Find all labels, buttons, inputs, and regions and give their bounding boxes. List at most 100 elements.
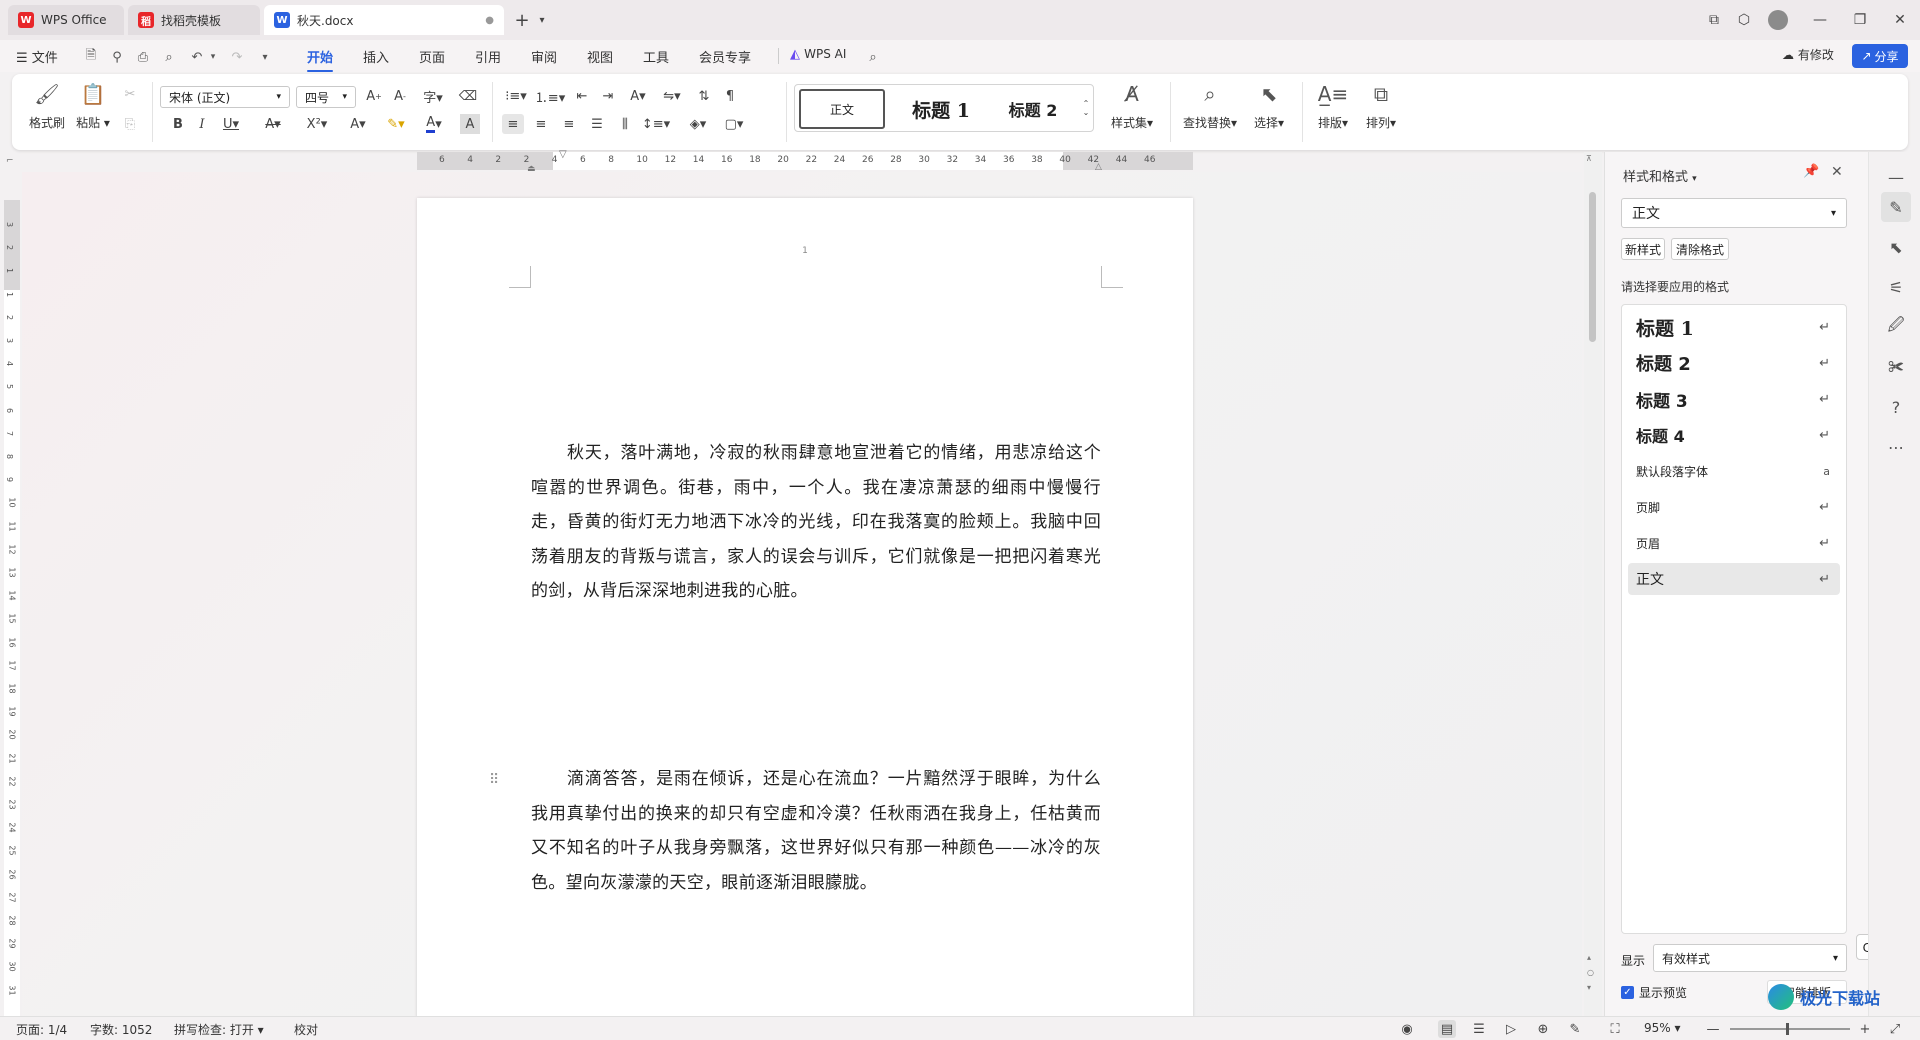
- strikethrough-icon[interactable]: A▾: [260, 114, 286, 134]
- file-menu[interactable]: ☰ 文件: [16, 47, 58, 66]
- style-set-button[interactable]: A̸ 样式集▾: [1102, 80, 1162, 131]
- copy-icon[interactable]: ⎘: [120, 114, 140, 134]
- justify-icon[interactable]: ☰: [586, 114, 608, 134]
- page-view-icon[interactable]: ▤: [1438, 1020, 1456, 1038]
- select-cursor-icon[interactable]: ⬉: [1881, 232, 1911, 262]
- tab-page[interactable]: 页面: [419, 47, 445, 66]
- play-icon[interactable]: ▷: [1502, 1020, 1520, 1038]
- web-view-icon[interactable]: ⊕: [1534, 1020, 1552, 1038]
- search-icon[interactable]: ⌕: [864, 48, 882, 66]
- properties-icon[interactable]: ⚟: [1881, 272, 1911, 302]
- zoom-slider[interactable]: [1730, 1023, 1850, 1035]
- style-item-heading-4[interactable]: 标题 4 ↵: [1628, 419, 1840, 451]
- char-shading-icon[interactable]: A: [460, 114, 480, 134]
- distributed-icon[interactable]: ⫼: [614, 114, 636, 134]
- paragraph-2[interactable]: 滴滴答答，是雨在倾诉，还是心在流血？一片黯然浮于眼眸，为什么我用真挚付出的换来的…: [531, 762, 1101, 900]
- clear-formatting-icon[interactable]: ⌫: [458, 86, 478, 106]
- page-nav-icons[interactable]: ▴ ○ ▾: [1587, 950, 1594, 995]
- eye-protection-icon[interactable]: ◉: [1398, 1020, 1416, 1038]
- underline-icon[interactable]: U▾: [218, 114, 244, 134]
- text-effect-icon[interactable]: A▾: [344, 114, 372, 134]
- font-size-select[interactable]: 四号 ▾: [296, 86, 356, 108]
- cut-icon[interactable]: ✂: [120, 84, 140, 104]
- print-icon[interactable]: ⎙: [134, 48, 152, 66]
- format-painter-button[interactable]: 🖌 格式刷: [22, 80, 72, 131]
- tab-review[interactable]: 审阅: [531, 47, 557, 66]
- wps-ai-button[interactable]: ◭ WPS AI: [790, 47, 846, 62]
- arrange-button[interactable]: ⧉ 排列▾: [1356, 80, 1406, 131]
- right-indent-marker[interactable]: △: [1095, 162, 1102, 172]
- shading-icon[interactable]: ◈▾: [684, 114, 712, 134]
- zoom-out-icon[interactable]: —: [1704, 1020, 1722, 1038]
- grow-font-icon[interactable]: A +: [364, 86, 384, 106]
- horizontal-ruler[interactable]: 6 4 2 2 4 6 8 10 12 14 16 18 20 22 24 26 28 30 32 34 36 38 40 4…: [417, 149, 1193, 174]
- new-style-button[interactable]: 新样式: [1621, 238, 1665, 260]
- paste-button[interactable]: 📋 粘贴 ▾: [68, 80, 118, 131]
- style-pen-icon[interactable]: ✎: [1881, 192, 1911, 222]
- select-button[interactable]: ⬉ 选择▾: [1244, 80, 1294, 131]
- edit-image-icon[interactable]: 🖉: [1881, 312, 1911, 342]
- align-left-icon[interactable]: ≡: [502, 114, 524, 134]
- pen-icon[interactable]: ✎: [1566, 1020, 1584, 1038]
- style-item-footer[interactable]: 页脚 ↵: [1628, 491, 1840, 523]
- style-heading-2[interactable]: 标题 2: [991, 89, 1075, 129]
- fit-page-icon[interactable]: ⛶: [1606, 1020, 1624, 1038]
- print-preview-icon[interactable]: ⌕: [160, 48, 178, 66]
- style-heading-1[interactable]: 标题 1: [893, 89, 989, 129]
- has-changes-button[interactable]: ☁ 有修改: [1782, 46, 1834, 63]
- close-icon[interactable]: ✕: [1831, 164, 1843, 180]
- more-icon[interactable]: ⋯: [1881, 432, 1911, 462]
- pin-icon[interactable]: 📌: [1803, 164, 1819, 179]
- show-filter-select[interactable]: 有效样式 ▾: [1653, 944, 1847, 972]
- find-replace-button[interactable]: ⌕ 查找替换▾: [1178, 80, 1242, 131]
- superscript-icon[interactable]: X²▾: [302, 114, 332, 134]
- current-style-select[interactable]: 正文 ▾: [1621, 198, 1847, 228]
- share-doc-icon[interactable]: ⚲: [108, 48, 126, 66]
- show-marks-icon[interactable]: ¶: [720, 86, 740, 106]
- scroll-top-icon[interactable]: ⊼: [1586, 154, 1592, 163]
- style-normal[interactable]: 正文: [799, 89, 885, 129]
- tools-icon[interactable]: ✀: [1881, 352, 1911, 382]
- collapse-icon[interactable]: —: [1881, 162, 1911, 192]
- tab-docer-templates[interactable]: 稻 找稻壳模板: [128, 5, 260, 35]
- tab-insert[interactable]: 插入: [363, 47, 389, 66]
- drag-handle-icon[interactable]: ⠿: [489, 772, 499, 788]
- layout-button[interactable]: A̲≡ 排版▾: [1308, 80, 1358, 131]
- zoom-in-icon[interactable]: +: [1856, 1020, 1874, 1038]
- tab-references[interactable]: 引用: [475, 47, 501, 66]
- ruler-toggle-icon[interactable]: ⌐: [6, 156, 14, 166]
- style-item-header[interactable]: 页眉 ↵: [1628, 527, 1840, 559]
- first-line-indent-marker[interactable]: ▽: [559, 149, 567, 160]
- document-page[interactable]: 1 秋天，落叶满地，冷寂的秋雨肆意地宣泄着它的情绪，用悲凉给这个喧嚣的世界调色。…: [417, 198, 1193, 1018]
- borders-icon[interactable]: ▢▾: [720, 114, 748, 134]
- chevron-down-icon[interactable]: ▾: [530, 8, 554, 32]
- vertical-scrollbar[interactable]: ⊼ ▴ ○ ▾: [1584, 152, 1602, 1016]
- numbering-icon[interactable]: ⒈≡▾: [535, 86, 565, 106]
- zoom-level[interactable]: 95% ▾: [1644, 1021, 1681, 1035]
- scrollbar-thumb[interactable]: [1589, 192, 1596, 342]
- save-icon[interactable]: 🗎: [82, 48, 100, 66]
- paragraph-1[interactable]: 秋天，落叶满地，冷寂的秋雨肆意地宣泄着它的情绪，用悲凉给这个喧嚣的世界调色。街巷…: [531, 436, 1101, 609]
- avatar[interactable]: [1766, 8, 1790, 32]
- shrink-font-icon[interactable]: A-: [390, 86, 410, 106]
- word-count[interactable]: 字数: 1052: [90, 1021, 152, 1038]
- increase-indent-icon[interactable]: ⇥: [598, 86, 618, 106]
- help-icon[interactable]: ?: [1881, 392, 1911, 422]
- bullets-icon[interactable]: ⁝≡▾: [502, 86, 530, 106]
- cube-icon[interactable]: ⬡: [1732, 8, 1756, 32]
- font-color-button[interactable]: A ▾: [420, 114, 448, 134]
- style-item-default-font[interactable]: 默认段落字体 a: [1628, 455, 1840, 487]
- panel-title[interactable]: 样式和格式 ▾: [1623, 166, 1697, 185]
- restore-icon[interactable]: ❐: [1848, 8, 1872, 32]
- align-right-icon[interactable]: ≡: [558, 114, 580, 134]
- tab-view[interactable]: 视图: [587, 47, 613, 66]
- minimize-icon[interactable]: —: [1808, 8, 1832, 32]
- line-spacing-icon[interactable]: ↕≡▾: [642, 114, 670, 134]
- unsaved-dot-icon[interactable]: ●: [485, 15, 494, 26]
- italic-icon[interactable]: I: [192, 114, 212, 134]
- undo-dropdown-icon[interactable]: ▾: [204, 48, 222, 66]
- decrease-indent-icon[interactable]: ⇤: [572, 86, 592, 106]
- close-icon[interactable]: ✕: [1888, 8, 1912, 32]
- text-direction-icon[interactable]: A▾: [624, 86, 652, 106]
- highlight-icon[interactable]: ✎▾: [382, 114, 410, 134]
